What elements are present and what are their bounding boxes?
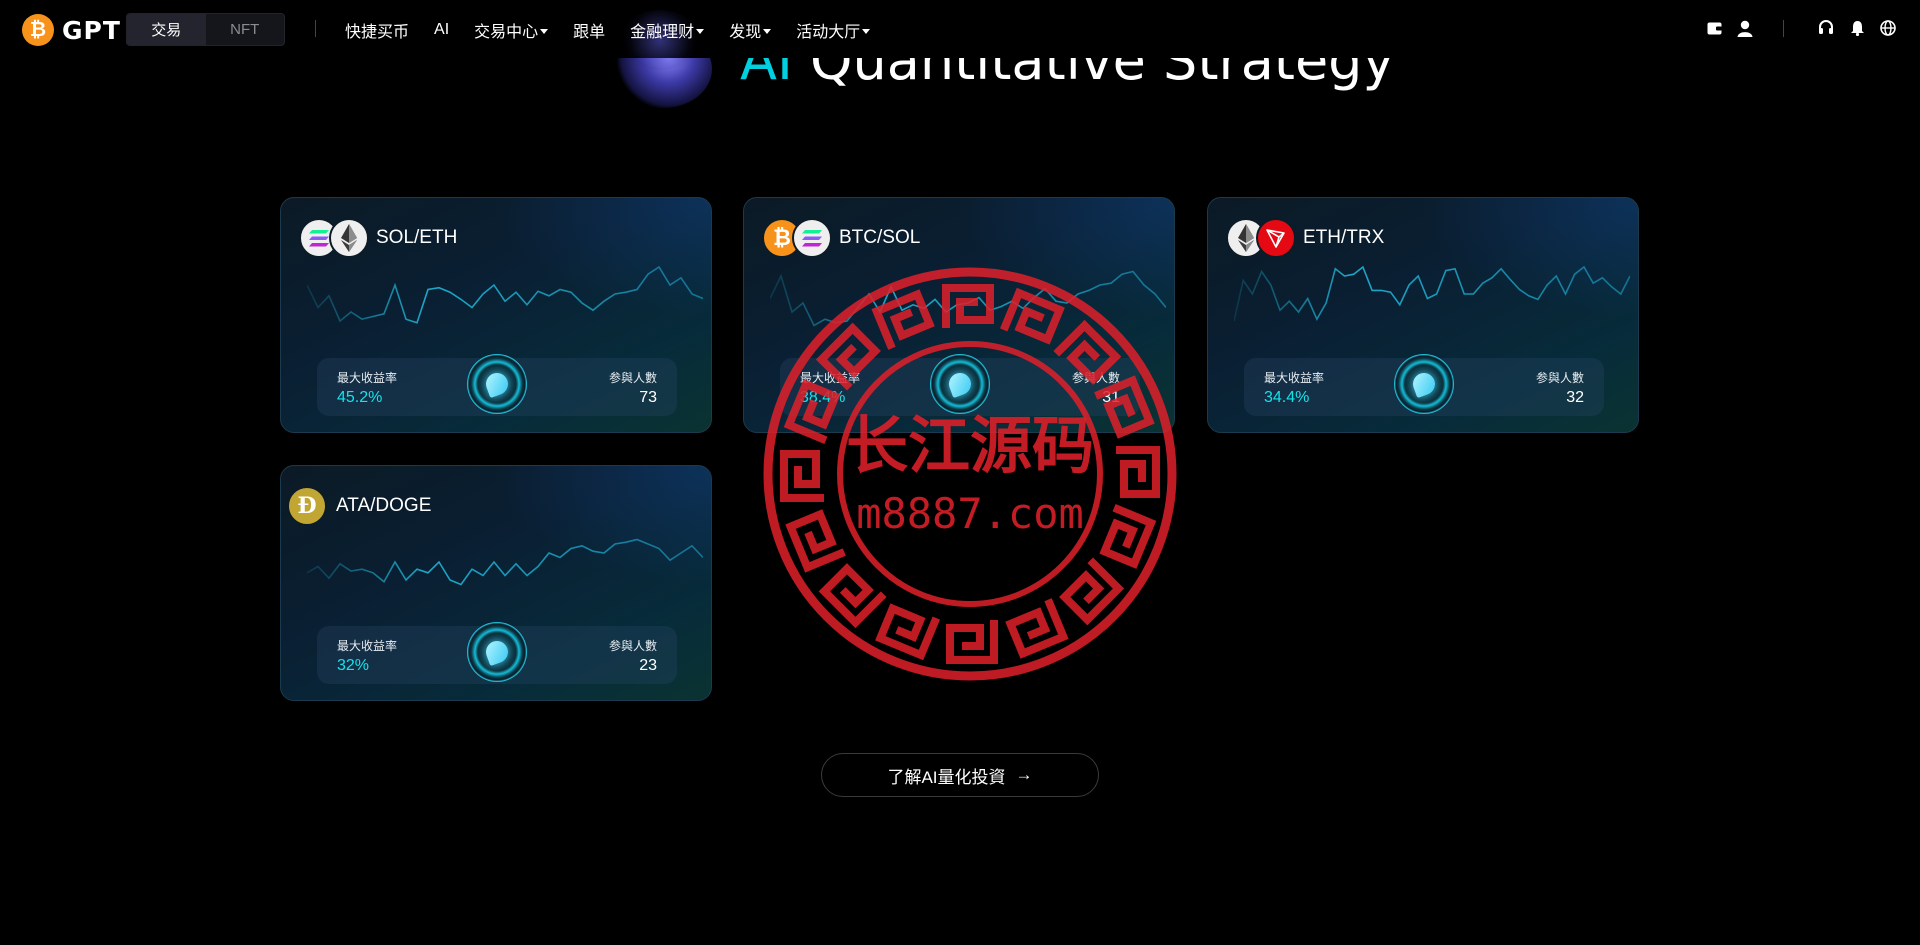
watermark-url: m8887.com [856,489,1084,538]
pair-icons [299,218,371,258]
ai-bot-icon [1394,354,1454,414]
cta-label: 了解AI量化投資 [887,767,1006,787]
sparkline-chart [770,270,1166,327]
user-icon[interactable] [1735,18,1755,38]
stats-panel: 最大收益率 34.4% 参與人數 32 [1244,354,1604,416]
ethereum-icon [329,218,369,258]
pair-name: ETH/TRX [1303,227,1385,248]
max-yield-value: 34.4% [1264,389,1310,406]
pair-icons: ₿ [762,218,834,258]
sparkline-path [770,270,1166,327]
participants-label: 参與人數 [608,639,657,653]
learn-ai-investing-button[interactable]: 了解AI量化投資 → [821,753,1099,797]
stats-panel: 最大收益率 38.4% 参與人數 31 [780,354,1140,416]
ai-bot-icon [467,354,527,414]
sparkline-path [1234,265,1630,322]
strategy-card-sol-eth[interactable]: SOL/ETH 最大收益率 45.2% 参與人數 73 [280,197,712,433]
sparkline-chart [307,538,703,586]
participants-label: 参與人數 [608,371,657,385]
max-yield-label: 最大收益率 [337,371,398,385]
headset-icon[interactable] [1816,18,1836,38]
toolbar-divider [1783,20,1784,37]
dogecoin-icon: Ð [287,486,327,526]
max-yield-value: 32% [337,657,370,674]
sparkline-path [307,538,703,586]
pair-name: BTC/SOL [839,227,921,248]
globe-icon[interactable] [1878,18,1898,38]
max-yield-value: 38.4% [800,389,846,406]
pair-name: ATA/DOGE [336,495,432,516]
participants-value: 23 [639,657,657,674]
ai-bot-icon [930,354,990,414]
strategy-card-eth-trx[interactable]: ETH/TRX 最大收益率 34.4% 参與人數 32 [1207,197,1639,433]
wallet-icon[interactable] [1704,18,1724,38]
participants-label: 参與人數 [1071,371,1120,385]
arrow-right-icon: → [1015,765,1033,784]
sparkline-path [307,265,703,324]
strategy-card-ata-doge[interactable]: Ð ATA/DOGE 最大收益率 32% 参與人數 23 [280,465,712,701]
max-yield-label: 最大收益率 [800,371,861,385]
participants-value: 31 [1102,389,1120,406]
max-yield-label: 最大收益率 [337,639,398,653]
stats-panel: 最大收益率 45.2% 参與人數 73 [317,354,677,416]
participants-value: 73 [639,389,657,406]
pair-icons [1226,218,1298,258]
stats-panel: 最大收益率 32% 参與人數 23 [317,622,677,684]
max-yield-label: 最大收益率 [1264,371,1325,385]
participants-value: 32 [1566,389,1584,406]
pair-name: SOL/ETH [376,227,458,248]
tron-icon [1256,218,1296,258]
top-navbar: ₿ GPT 交易 NFT 快捷买币 AI 交易中心 跟单 金融理财 发现 活动大… [0,0,1920,70]
bell-icon[interactable] [1847,18,1867,38]
max-yield-value: 45.2% [337,389,383,406]
ai-bot-icon [467,622,527,682]
toolbar-icons [0,18,1920,40]
participants-label: 参與人數 [1535,371,1584,385]
sparkline-chart [1234,265,1630,322]
strategy-card-btc-sol[interactable]: ₿ BTC/SOL 最大收益率 38.4% 参與人數 31 [743,197,1175,433]
sparkline-chart [307,265,703,324]
solana-icon [792,218,832,258]
